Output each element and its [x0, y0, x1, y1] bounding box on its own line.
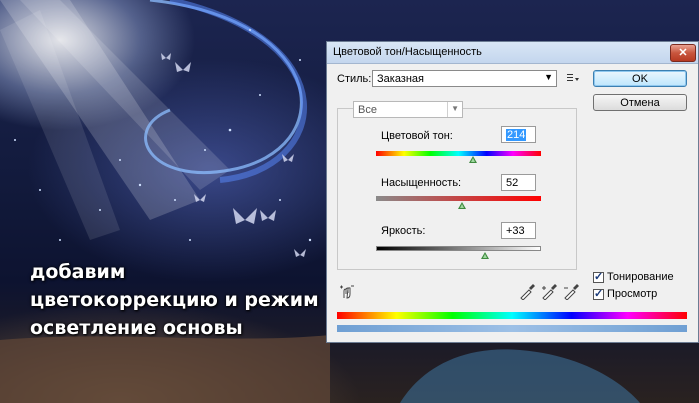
caption-line-2: цветокоррекцию и режим	[30, 289, 319, 311]
channel-value: Все	[358, 104, 377, 116]
caption-line-1: добавим	[30, 261, 126, 283]
saturation-input[interactable]: 52	[501, 174, 536, 191]
lightness-slider-track[interactable]	[376, 246, 541, 251]
chevron-down-icon: ▼	[451, 104, 459, 113]
lightness-input[interactable]: +33	[501, 222, 536, 239]
hue-label: Цветовой тон:	[381, 130, 453, 142]
original-color-bar	[337, 312, 687, 319]
colorize-checkbox[interactable]	[593, 270, 604, 283]
eyedropper-minus-icon[interactable]	[563, 284, 579, 300]
preset-options-icon[interactable]	[567, 72, 579, 84]
eyedropper-plus-icon[interactable]	[541, 284, 557, 300]
saturation-label: Насыщенность:	[381, 177, 462, 189]
dialog-title: Цветовой тон/Насыщенность	[333, 46, 482, 58]
caption-line-3: осветление основы	[30, 317, 243, 339]
hue-saturation-dialog: Цветовой тон/Насыщенность ✕ Стиль: Заказ…	[326, 41, 699, 343]
preset-label: Стиль:	[337, 73, 372, 85]
cancel-button[interactable]: Отмена	[593, 94, 687, 111]
hue-slider-thumb[interactable]	[469, 156, 477, 163]
ok-button[interactable]: OK	[593, 70, 687, 87]
adjusted-color-bar	[337, 325, 687, 332]
eyedropper-icon[interactable]	[519, 284, 535, 300]
preview-checkbox[interactable]	[593, 287, 604, 300]
colorize-label: Тонирование	[607, 271, 674, 283]
close-icon: ✕	[678, 47, 688, 59]
preview-label: Просмотр	[607, 288, 658, 300]
preset-dropdown[interactable]: Заказная ▼	[372, 70, 557, 87]
close-button[interactable]: ✕	[670, 44, 696, 62]
lightness-slider-thumb[interactable]	[481, 252, 489, 259]
dialog-titlebar[interactable]: Цветовой тон/Насыщенность ✕	[327, 42, 698, 64]
hue-slider-track[interactable]	[376, 151, 541, 156]
hue-input[interactable]: 214	[501, 126, 536, 143]
channel-dropdown[interactable]: Все ▼	[353, 101, 463, 118]
on-image-adjust-icon[interactable]	[339, 284, 355, 300]
lightness-label: Яркость:	[381, 225, 426, 237]
saturation-slider-thumb[interactable]	[458, 202, 466, 209]
chevron-down-icon: ▼	[544, 72, 553, 82]
saturation-slider-track[interactable]	[376, 196, 541, 201]
preset-value: Заказная	[377, 73, 425, 85]
caption-text: добавим цветокоррекцию и режим осветлени…	[30, 258, 319, 342]
